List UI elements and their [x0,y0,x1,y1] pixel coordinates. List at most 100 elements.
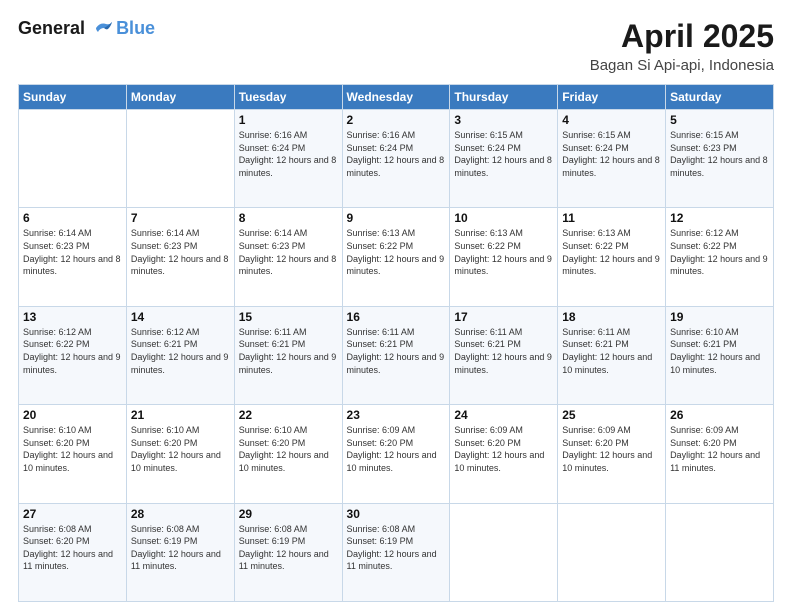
day-number: 15 [239,310,338,324]
calendar-cell: 24Sunrise: 6:09 AMSunset: 6:20 PMDayligh… [450,405,558,503]
calendar-cell [558,503,666,601]
cell-sunset-info: Sunset: 6:22 PM [347,240,446,253]
calendar-cell: 25Sunrise: 6:09 AMSunset: 6:20 PMDayligh… [558,405,666,503]
calendar-cell: 16Sunrise: 6:11 AMSunset: 6:21 PMDayligh… [342,306,450,404]
calendar-cell: 20Sunrise: 6:10 AMSunset: 6:20 PMDayligh… [19,405,127,503]
cell-sun-info: Sunrise: 6:09 AM [347,424,446,437]
cell-sun-info: Sunrise: 6:08 AM [347,523,446,536]
cell-daylight-info: Daylight: 12 hours and 8 minutes. [562,154,661,179]
cell-daylight-info: Daylight: 12 hours and 10 minutes. [454,449,553,474]
cell-sun-info: Sunrise: 6:16 AM [239,129,338,142]
cell-sunset-info: Sunset: 6:23 PM [670,142,769,155]
day-number: 2 [347,113,446,127]
cell-sunset-info: Sunset: 6:24 PM [454,142,553,155]
cell-daylight-info: Daylight: 12 hours and 8 minutes. [239,253,338,278]
day-number: 14 [131,310,230,324]
cell-daylight-info: Daylight: 12 hours and 9 minutes. [23,351,122,376]
calendar-cell: 15 Sunrise: 6:11 AMSunset: 6:21 PMDayligh… [234,306,342,404]
day-number: 19 [670,310,769,324]
cell-sun-info: Sunrise: 6:12 AM [131,326,230,339]
calendar-header-row: SundayMondayTuesdayWednesdayThursdayFrid… [19,85,774,110]
calendar-cell: 21Sunrise: 6:10 AMSunset: 6:20 PMDayligh… [126,405,234,503]
calendar-cell: 14 Sunrise: 6:12 AMSunset: 6:21 PMDayligh… [126,306,234,404]
day-number: 26 [670,408,769,422]
cell-sun-info: Sunrise: 6:11 AM [239,326,338,339]
cell-daylight-info: Daylight: 12 hours and 9 minutes. [562,253,661,278]
day-number: 30 [347,507,446,521]
cell-sunset-info: Sunset: 6:24 PM [562,142,661,155]
cell-sun-info: Sunrise: 6:10 AM [670,326,769,339]
title-block: April 2025 Bagan Si Api-api, Indonesia [590,18,774,74]
calendar-cell: 8Sunrise: 6:14 AMSunset: 6:23 PMDaylight… [234,208,342,306]
calendar-cell: 23 Sunrise: 6:09 AMSunset: 6:20 PMDayligh… [342,405,450,503]
cell-daylight-info: Daylight: 12 hours and 8 minutes. [23,253,122,278]
calendar-cell: 4Sunrise: 6:15 AMSunset: 6:24 PMDaylight… [558,110,666,208]
calendar-cell: 11Sunrise: 6:13 AMSunset: 6:22 PMDayligh… [558,208,666,306]
cell-sunset-info: Sunset: 6:20 PM [347,437,446,450]
cell-daylight-info: Daylight: 12 hours and 11 minutes. [239,548,338,573]
cell-sunset-info: Sunset: 6:23 PM [131,240,230,253]
cell-sun-info: Sunrise: 6:09 AM [670,424,769,437]
day-number: 20 [23,408,122,422]
calendar-cell [19,110,127,208]
cell-sun-info: Sunrise: 6:11 AM [562,326,661,339]
cell-sunset-info: Sunset: 6:23 PM [23,240,122,253]
cell-sunset-info: Sunset: 6:21 PM [347,338,446,351]
cell-sun-info: Sunrise: 6:14 AM [131,227,230,240]
day-number: 16 [347,310,446,324]
weekday-header-friday: Friday [558,85,666,110]
cell-sunset-info: Sunset: 6:20 PM [670,437,769,450]
cell-daylight-info: Daylight: 12 hours and 11 minutes. [131,548,230,573]
cell-sun-info: Sunrise: 6:10 AM [131,424,230,437]
calendar-cell: 19Sunrise: 6:10 AMSunset: 6:21 PMDayligh… [666,306,774,404]
logo-text-general: General [18,18,85,38]
cell-sunset-info: Sunset: 6:22 PM [670,240,769,253]
cell-sun-info: Sunrise: 6:16 AM [347,129,446,142]
cell-sun-info: Sunrise: 6:09 AM [454,424,553,437]
day-number: 6 [23,211,122,225]
day-number: 28 [131,507,230,521]
day-number: 25 [562,408,661,422]
weekday-header-sunday: Sunday [19,85,127,110]
cell-sunset-info: Sunset: 6:21 PM [239,338,338,351]
cell-daylight-info: Daylight: 12 hours and 9 minutes. [239,351,338,376]
day-number: 22 [239,408,338,422]
logo-bird-icon [92,20,114,38]
cell-daylight-info: Daylight: 12 hours and 11 minutes. [23,548,122,573]
cell-sun-info: Sunrise: 6:15 AM [454,129,553,142]
cell-sun-info: Sunrise: 6:13 AM [562,227,661,240]
day-number: 13 [23,310,122,324]
day-number: 3 [454,113,553,127]
cell-daylight-info: Daylight: 12 hours and 10 minutes. [131,449,230,474]
calendar-cell [666,503,774,601]
calendar-cell: 10Sunrise: 6:13 AMSunset: 6:22 PMDayligh… [450,208,558,306]
calendar-cell: 5Sunrise: 6:15 AMSunset: 6:23 PMDaylight… [666,110,774,208]
cell-daylight-info: Daylight: 12 hours and 9 minutes. [347,351,446,376]
cell-daylight-info: Daylight: 12 hours and 9 minutes. [347,253,446,278]
cell-daylight-info: Daylight: 12 hours and 9 minutes. [131,351,230,376]
cell-sun-info: Sunrise: 6:08 AM [131,523,230,536]
weekday-header-tuesday: Tuesday [234,85,342,110]
logo: General Blue [18,18,155,39]
day-number: 23 [347,408,446,422]
calendar-week-row: 6Sunrise: 6:14 AMSunset: 6:23 PMDaylight… [19,208,774,306]
cell-daylight-info: Daylight: 12 hours and 10 minutes. [347,449,446,474]
cell-daylight-info: Daylight: 12 hours and 10 minutes. [562,449,661,474]
cell-daylight-info: Daylight: 12 hours and 10 minutes. [23,449,122,474]
cell-daylight-info: Daylight: 12 hours and 10 minutes. [239,449,338,474]
cell-sunset-info: Sunset: 6:21 PM [131,338,230,351]
cell-sun-info: Sunrise: 6:14 AM [23,227,122,240]
day-number: 21 [131,408,230,422]
page-header: General Blue April 2025 Bagan Si Api-api… [18,18,774,74]
cell-sun-info: Sunrise: 6:10 AM [23,424,122,437]
calendar-cell: 7Sunrise: 6:14 AMSunset: 6:23 PMDaylight… [126,208,234,306]
day-number: 17 [454,310,553,324]
cell-daylight-info: Daylight: 12 hours and 8 minutes. [454,154,553,179]
cell-sun-info: Sunrise: 6:11 AM [454,326,553,339]
day-number: 4 [562,113,661,127]
month-title: April 2025 [590,18,774,55]
calendar-week-row: 1Sunrise: 6:16 AMSunset: 6:24 PMDaylight… [19,110,774,208]
calendar-cell: 3 Sunrise: 6:15 AMSunset: 6:24 PMDaylight… [450,110,558,208]
cell-sun-info: Sunrise: 6:08 AM [239,523,338,536]
cell-daylight-info: Daylight: 12 hours and 10 minutes. [670,351,769,376]
